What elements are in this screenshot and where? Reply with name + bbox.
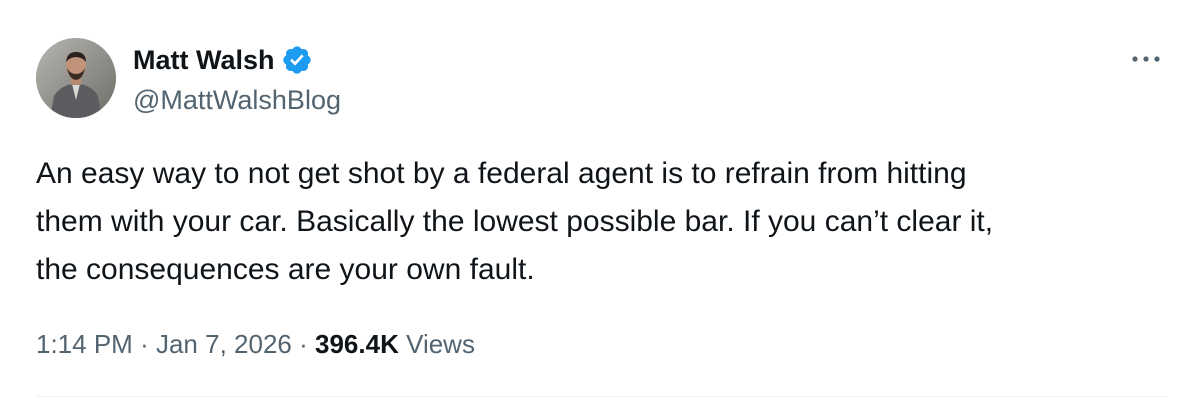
tweet-text-line: the consequences are your own fault. [36, 253, 535, 286]
tweet-meta: 1:14 PM · Jan 7, 2026 · 396.4K Views [36, 326, 475, 362]
avatar[interactable] [36, 38, 116, 118]
author-info: Matt Walsh @MattWalshBlog [133, 42, 341, 118]
meta-separator: · [299, 329, 308, 359]
more-options-button[interactable] [1128, 44, 1164, 74]
more-horizontal-icon [1132, 56, 1160, 62]
name-row: Matt Walsh [133, 42, 341, 78]
tweet-date[interactable]: Jan 7, 2026 [156, 329, 292, 359]
meta-separator: · [140, 329, 149, 359]
divider [36, 396, 1168, 397]
views-count[interactable]: 396.4K [315, 329, 399, 359]
tweet-text-line: An easy way to not get shot by a federal… [36, 157, 967, 190]
tweet-text: An easy way to not get shot by a federal… [36, 150, 1156, 294]
author-handle[interactable]: @MattWalshBlog [133, 82, 341, 118]
tweet-time[interactable]: 1:14 PM [36, 329, 133, 359]
tweet-card: Matt Walsh @MattWalshBlog An easy way to… [0, 0, 1204, 404]
tweet-text-line: them with your car. Basically the lowest… [36, 205, 994, 238]
views-label[interactable]: Views [406, 329, 475, 359]
user-avatar-photo-icon [36, 38, 116, 118]
author-display-name[interactable]: Matt Walsh [133, 42, 275, 78]
verified-badge-icon[interactable] [281, 44, 313, 76]
